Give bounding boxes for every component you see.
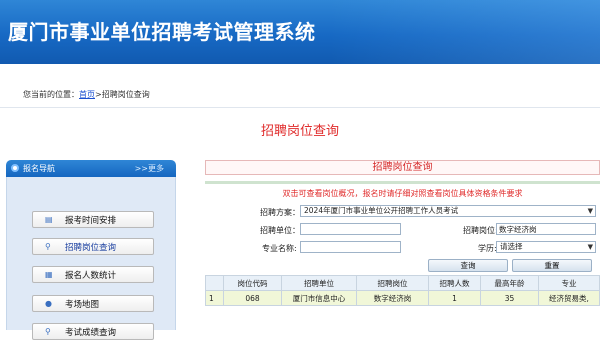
- unit-input[interactable]: [300, 223, 401, 235]
- plan-select-value: 2024年厦门市事业单位公开招聘工作人员考试: [304, 206, 459, 215]
- table-cell: 35: [480, 290, 539, 306]
- table-cell: 1: [428, 290, 481, 306]
- notice-text: 双击可查看岗位概况，报名时请仔细对照查看岗位具体资格条件要求: [282, 189, 523, 198]
- sidebar-item-exam-map[interactable]: ● 考场地图: [32, 295, 154, 312]
- sidebar-item-label: 考试成绩查询: [65, 328, 117, 338]
- major-input[interactable]: [300, 241, 401, 253]
- sidebar-item-applicant-stats[interactable]: ▦ 报名人数统计: [32, 266, 154, 283]
- breadcrumb-prefix: 您当前的位置：: [23, 90, 79, 99]
- header-divider: [0, 107, 600, 108]
- sidebar-header: 报名导航 >>更多: [6, 160, 176, 177]
- column-header: 招聘岗位: [356, 275, 429, 291]
- map-icon: ●: [45, 299, 52, 308]
- plan-label: 招聘方案：: [260, 208, 300, 217]
- breadcrumb-current: >招聘岗位查询: [95, 90, 150, 99]
- table-cell: 经济贸易类,: [538, 290, 600, 306]
- sidebar: 报名导航 >>更多 ▤ 报考时间安排 ⚲ 招聘岗位查询 ▦ 报名人数统计 ● 考…: [6, 160, 176, 340]
- sidebar-item-label: 报考时间安排: [65, 216, 117, 226]
- column-header: 招聘人数: [428, 275, 481, 291]
- sidebar-item-score-query[interactable]: ⚲ 考试成绩查询: [32, 323, 154, 340]
- chevron-down-icon: ▼: [587, 207, 593, 215]
- breadcrumb-home-link[interactable]: 首页: [79, 90, 95, 99]
- sidebar-item-label: 考场地图: [65, 300, 100, 310]
- education-select-value: 请选择: [500, 242, 523, 251]
- position-table: 岗位代码 招聘单位 招聘岗位 招聘人数 最高年龄 专业 1 068 厦门市信息中…: [205, 275, 600, 306]
- reset-button[interactable]: 重置: [512, 259, 592, 272]
- table-row[interactable]: 1 068 厦门市信息中心 数字经济岗 1 35 经济贸易类,: [205, 290, 600, 306]
- education-select[interactable]: 请选择 ▼: [496, 241, 596, 253]
- sidebar-menu: ▤ 报考时间安排 ⚲ 招聘岗位查询 ▦ 报名人数统计 ● 考场地图 ⚲ 考试成绩…: [6, 177, 176, 340]
- column-header: 专业: [538, 275, 600, 291]
- panel-title: 招聘岗位查询: [205, 160, 600, 175]
- panel-divider: [205, 181, 600, 184]
- sidebar-item-label: 招聘岗位查询: [65, 243, 117, 253]
- column-header: [205, 275, 224, 291]
- sidebar-item-label: 报名人数统计: [65, 271, 117, 281]
- table-cell: 068: [223, 290, 282, 306]
- sidebar-heading: 报名导航: [23, 164, 55, 173]
- document-icon: ▤: [45, 215, 53, 224]
- page-title: 招聘岗位查询: [260, 124, 339, 139]
- chevron-down-icon: ▼: [587, 243, 593, 251]
- table-cell: 1: [205, 290, 224, 306]
- breadcrumb: 您当前的位置：首页>招聘岗位查询: [23, 89, 150, 100]
- table-cell: 厦门市信息中心: [281, 290, 357, 306]
- sidebar-more-link[interactable]: >>更多: [135, 163, 164, 174]
- search-icon: ⚲: [45, 327, 51, 336]
- position-label: 招聘岗位:: [463, 226, 498, 235]
- table-header-row: 岗位代码 招聘单位 招聘岗位 招聘人数 最高年龄 专业: [205, 275, 600, 291]
- sidebar-item-position-search[interactable]: ⚲ 招聘岗位查询: [32, 238, 154, 255]
- app-header: 厦门市事业单位招聘考试管理系统: [0, 0, 600, 64]
- search-icon: ⚲: [45, 242, 51, 251]
- unit-label: 招聘单位：: [260, 226, 300, 235]
- plan-select[interactable]: 2024年厦门市事业单位公开招聘工作人员考试 ▼: [300, 205, 596, 217]
- stats-icon: ▦: [45, 270, 53, 279]
- column-header: 最高年龄: [480, 275, 539, 291]
- table-cell: 数字经济岗: [356, 290, 429, 306]
- nav-bullet-icon: [11, 164, 19, 172]
- major-label: 专业名称:: [262, 244, 297, 253]
- education-label: 学历:: [478, 244, 497, 253]
- column-header: 岗位代码: [223, 275, 282, 291]
- position-input[interactable]: [496, 223, 596, 235]
- sidebar-item-schedule[interactable]: ▤ 报考时间安排: [32, 211, 154, 228]
- app-title: 厦门市事业单位招聘考试管理系统: [8, 20, 316, 44]
- column-header: 招聘单位: [281, 275, 357, 291]
- search-button[interactable]: 查询: [428, 259, 508, 272]
